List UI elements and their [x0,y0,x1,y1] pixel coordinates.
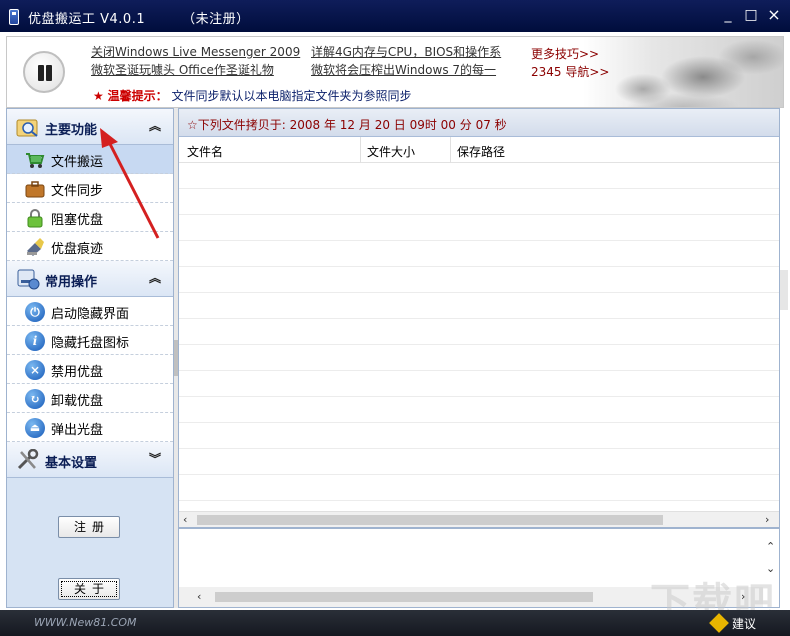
close-button[interactable]: × [764,6,784,24]
sidebar-item-label: 禁用优盘 [51,365,104,380]
nav-2345-link[interactable]: 2345 导航>> [531,63,609,80]
sidebar-item-unmount-usb[interactable]: ↻ 卸载优盘 [7,384,173,413]
section-main-functions[interactable]: 主要功能 ︽ [7,109,173,145]
section-basic-settings[interactable]: 基本设置 ︾ [7,442,173,478]
scroll-left-icon[interactable]: ‹ [197,589,201,605]
tip-row: ★ 温馨提示： 文件同步默认以本电脑指定文件夹为参照同步 [93,87,411,104]
about-button[interactable]: 关于 [58,578,120,600]
status-bar: WWW.New81.COM 建议 [0,610,790,636]
clean-icon [27,238,44,256]
landscape-banner [583,37,783,107]
scroll-left-icon[interactable]: ‹ [183,512,187,528]
more-tips-link[interactable]: 更多技巧>> [531,45,599,62]
briefcase-icon [25,181,45,198]
usb-drive-icon [9,9,19,25]
collapse-chevron-icon[interactable]: ︽ [149,117,161,134]
news-link-3[interactable]: 详解4G内存与CPU，BIOS和操作系 [311,43,501,60]
app-window: 优盘搬运工 V4.0.1 （未注册） _ □ × 关闭Windows Live … [0,0,790,636]
lock-icon [27,209,43,228]
maximize-button[interactable]: □ [741,6,761,24]
sidebar-item-label: 隐藏托盘图标 [51,336,130,351]
sidebar-item-block-usb[interactable]: 阻塞优盘 [7,203,173,232]
eject-icon: ⏏ [25,418,45,438]
window-title: 优盘搬运工 V4.0.1 （未注册） [28,12,250,27]
header-panel: 关闭Windows Live Messenger 2009 微软圣诞玩噱头 Of… [6,36,784,108]
news-link-1[interactable]: 关闭Windows Live Messenger 2009 [91,43,300,60]
sidebar-item-label: 弹出光盘 [51,423,104,438]
star-icon: ★ [93,89,104,103]
section-label: 主要功能 [45,123,98,138]
copy-time-text: 下列文件拷贝于: 2008 年 12 月 20 日 09时 00 分 07 秒 [197,118,507,132]
collapse-chevron-icon[interactable]: ︽ [149,269,161,286]
column-divider[interactable] [450,137,451,163]
sidebar-item-hide-tray[interactable]: i 隐藏托盘图标 [7,326,173,355]
title-bar[interactable]: 优盘搬运工 V4.0.1 （未注册） _ □ × [0,0,790,32]
suggest-icon [709,613,729,633]
minimize-button[interactable]: _ [718,6,738,24]
disable-icon: × [25,360,45,380]
suggest-button[interactable]: 建议 [732,615,756,632]
tip-text: 文件同步默认以本电脑指定文件夹为参照同步 [171,89,412,103]
scroll-up-icon[interactable]: ⌃ [766,539,775,555]
expand-chevron-icon[interactable]: ︾ [149,450,161,467]
scrollbar-thumb[interactable] [215,592,593,602]
side-grip[interactable] [780,270,788,310]
copy-time-heading: ☆下列文件拷贝于: 2008 年 12 月 20 日 09时 00 分 07 秒 [179,109,779,137]
drive-settings-icon [17,269,40,290]
column-header-filename[interactable]: 文件名 [187,143,223,160]
news-link-4[interactable]: 微软将会压榨出Windows 7的每一 [311,61,496,78]
power-icon: ⏻ [25,302,45,322]
list-header: 文件名 文件大小 保存路径 [179,137,779,163]
column-header-path[interactable]: 保存路径 [457,143,505,160]
watermark-text: WWW.New81.COM [34,616,137,629]
sidebar: 主要功能 ︽ 文件搬运 文件同步 阻塞优盘 优盘痕迹 常用操作 ︽ ⏻ 启动隐藏… [6,108,174,608]
star-outline-icon: ☆ [187,118,198,132]
file-list-rows[interactable] [179,163,779,511]
sidebar-item-eject-disc[interactable]: ⏏ 弹出光盘 [7,413,173,442]
sidebar-item-label: 文件搬运 [51,155,104,170]
sidebar-item-file-transfer[interactable]: 文件搬运 [7,145,173,174]
sidebar-item-label: 文件同步 [51,184,104,199]
tools-icon [17,449,39,470]
sidebar-item-disable-usb[interactable]: × 禁用优盘 [7,355,173,384]
sidebar-item-label: 启动隐藏界面 [51,307,130,322]
scroll-right-icon[interactable]: › [765,512,769,528]
news-link-2[interactable]: 微软圣诞玩噱头 Office作圣诞礼物 [91,61,274,78]
pause-button[interactable] [23,51,65,93]
cart-icon [26,153,45,168]
horizontal-scrollbar[interactable]: ‹ › [179,511,779,527]
sidebar-item-file-sync[interactable]: 文件同步 [7,174,173,203]
column-divider[interactable] [360,137,361,163]
folder-search-icon [16,119,38,137]
sidebar-item-usb-traces[interactable]: 优盘痕迹 [7,232,173,261]
sidebar-item-label: 卸载优盘 [51,394,104,409]
file-list-panel: ☆下列文件拷贝于: 2008 年 12 月 20 日 09时 00 分 07 秒… [178,108,780,528]
scrollbar-thumb[interactable] [197,515,663,525]
register-button[interactable]: 注册 [58,516,120,538]
tip-label: 温馨提示： [107,89,168,103]
sidebar-item-label: 阻塞优盘 [51,213,104,228]
refresh-icon: ↻ [25,389,45,409]
section-label: 常用操作 [45,275,98,290]
sidebar-item-label: 优盘痕迹 [51,242,104,257]
section-common-ops[interactable]: 常用操作 ︽ [7,261,173,297]
info-icon: i [25,331,45,351]
section-label: 基本设置 [45,456,98,471]
sidebar-item-start-hidden[interactable]: ⏻ 启动隐藏界面 [7,297,173,326]
column-header-size[interactable]: 文件大小 [367,143,415,160]
